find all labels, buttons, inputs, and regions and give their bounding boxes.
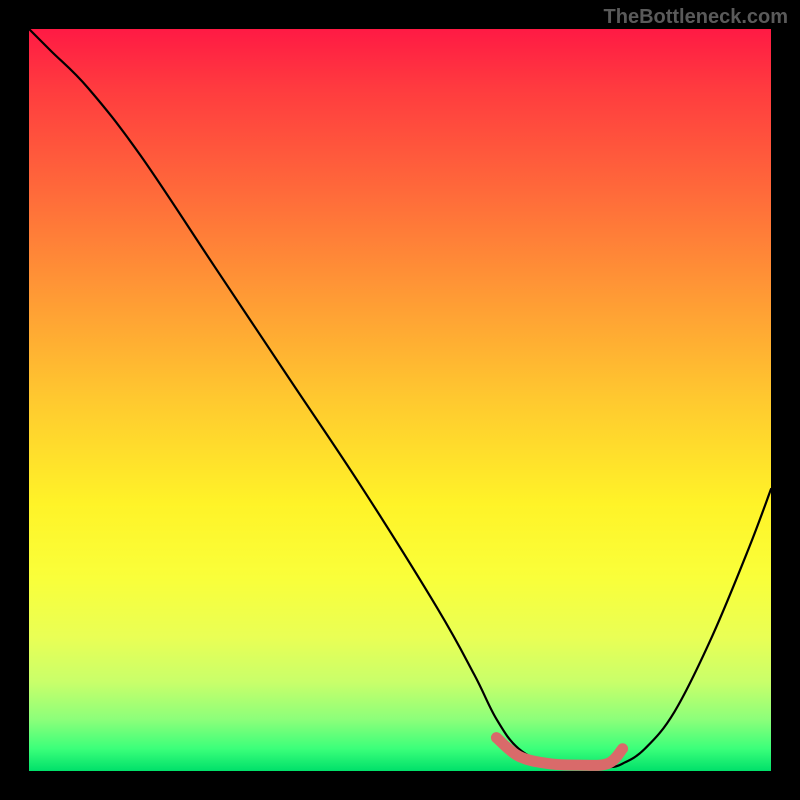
chart-svg (29, 29, 771, 771)
optimal-band (496, 738, 622, 766)
watermark-text: TheBottleneck.com (604, 6, 788, 29)
plot-area (29, 29, 771, 771)
bottleneck-curve (29, 29, 771, 768)
